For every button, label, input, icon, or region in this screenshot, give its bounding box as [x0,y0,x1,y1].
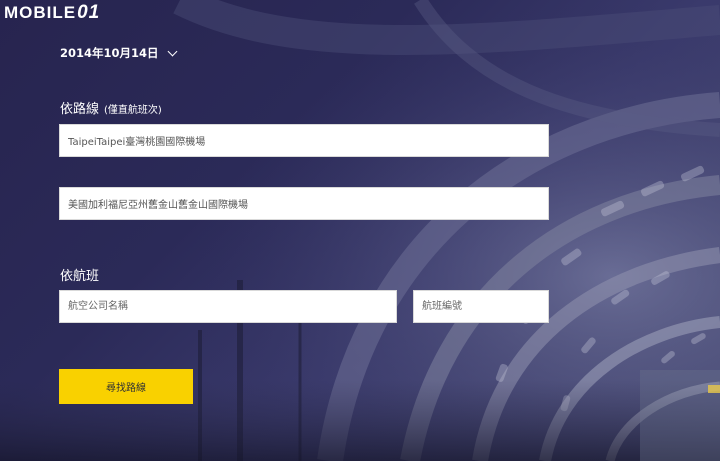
flight-number-input[interactable] [413,290,549,323]
logo-suffix: 01 [77,2,101,23]
origin-input[interactable] [59,124,549,157]
destination-input[interactable] [59,187,549,220]
date-dropdown[interactable]: 2014年10月14日 [60,45,177,61]
airline-input[interactable] [59,290,397,323]
flight-section-title: 依航班 [60,265,99,284]
route-note: (僅直航班次) [104,105,162,116]
search-route-button[interactable]: 尋找路線 [59,369,193,404]
route-title: 依路線 [60,102,100,117]
mobile01-logo[interactable]: MOBILE 01 [4,2,100,24]
chevron-down-icon [167,46,177,56]
logo-text: MOBILE [4,3,77,22]
flight-title: 依航班 [60,269,100,284]
date-value: 2014年10月14日 [60,46,159,60]
route-section-title: 依路線 (僅直航班次) [60,98,162,117]
